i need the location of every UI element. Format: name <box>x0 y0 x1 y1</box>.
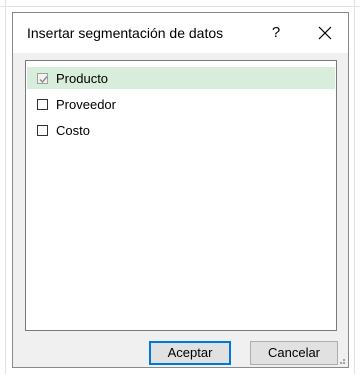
sheet-gridline <box>0 6 360 7</box>
checkmark-icon <box>39 75 48 83</box>
list-item-label: Costo <box>56 122 90 138</box>
dialog-titlebar[interactable]: Insertar segmentación de datos ? <box>13 13 348 53</box>
sheet-gridline <box>5 0 6 374</box>
insert-slicer-dialog: Insertar segmentación de datos ? Product… <box>12 12 349 368</box>
list-item-producto[interactable]: Producto <box>27 67 335 89</box>
list-item-label: Proveedor <box>56 96 116 112</box>
checkbox-costo[interactable] <box>37 124 48 136</box>
list-item-proveedor[interactable]: Proveedor <box>27 93 335 115</box>
close-icon <box>318 26 332 40</box>
help-button[interactable]: ? <box>265 22 287 44</box>
dialog-title: Insertar segmentación de datos <box>27 25 224 41</box>
list-item-label: Producto <box>56 70 109 86</box>
checkbox-producto[interactable] <box>37 72 48 84</box>
close-button[interactable] <box>311 19 339 47</box>
field-listbox[interactable]: Producto Proveedor Costo <box>25 60 337 331</box>
resize-grip-icon[interactable] <box>336 355 346 365</box>
list-item-costo[interactable]: Costo <box>27 119 335 141</box>
cancel-button[interactable]: Cancelar <box>250 341 338 365</box>
accept-button[interactable]: Aceptar <box>149 341 231 365</box>
sheet-gridline <box>354 0 355 374</box>
checkbox-proveedor[interactable] <box>37 98 48 110</box>
